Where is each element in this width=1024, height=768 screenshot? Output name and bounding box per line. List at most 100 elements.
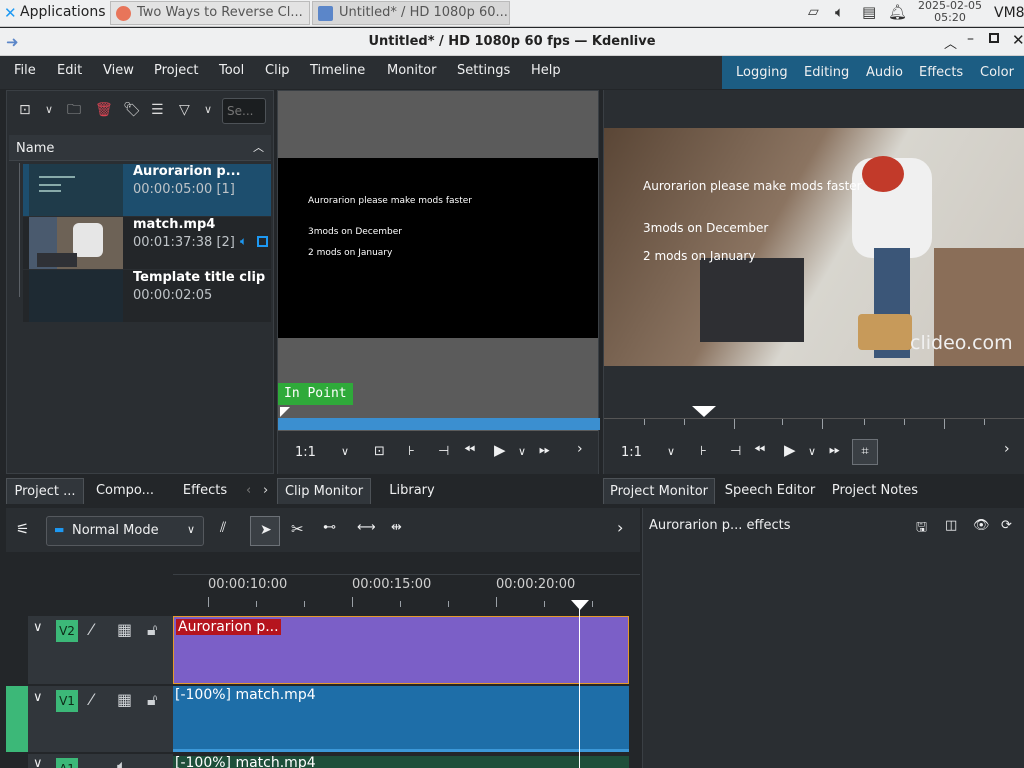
timeline-clip[interactable]: Aurorarion p... (173, 616, 629, 684)
play-options-dropdown-icon[interactable]: ∨ (808, 445, 816, 458)
collapse-effects-icon[interactable]: ⟳ (1001, 518, 1012, 533)
timeline-playhead[interactable] (579, 608, 580, 768)
menu-timeline[interactable]: Timeline (310, 63, 365, 78)
fit-zoom-icon[interactable]: ⊡ (374, 444, 385, 459)
tab-scroll-left-icon[interactable]: ‹ (246, 483, 251, 498)
layout-color[interactable]: Color (980, 65, 1014, 80)
add-clip-dropdown-icon[interactable]: ∨ (45, 99, 53, 121)
timeline-clip[interactable]: [-100%] match.mp4 (173, 756, 629, 768)
set-out-point-icon[interactable]: ⊣ (438, 444, 449, 459)
play-options-dropdown-icon[interactable]: ∨ (518, 445, 526, 458)
set-in-point-icon[interactable]: ⊦ (408, 444, 415, 459)
menu-settings[interactable]: Settings (457, 63, 510, 78)
speaker-icon[interactable]: 🔈︎ (117, 756, 127, 768)
play-icon[interactable]: ▶ (494, 441, 506, 459)
tab-compositions[interactable]: Compo... (88, 478, 162, 504)
play-icon[interactable]: ▶ (784, 441, 796, 459)
notifications-icon[interactable]: 🔔︎ (888, 3, 907, 21)
zoom-dropdown-icon[interactable]: ∨ (667, 445, 675, 458)
zoom-dropdown-icon[interactable]: ∨ (341, 445, 349, 458)
bin-search-input[interactable] (222, 98, 266, 124)
close-icon[interactable]: ✕ (1012, 31, 1024, 49)
delete-clip-icon[interactable]: 🗑︎ (95, 99, 113, 121)
track-settings-icon[interactable]: ⚟ (16, 520, 29, 538)
layout-audio[interactable]: Audio (866, 65, 903, 80)
menu-project[interactable]: Project (154, 63, 198, 78)
filter-icon[interactable]: ▽ (179, 99, 190, 121)
selection-tool-button[interactable]: ➤ (250, 516, 280, 546)
set-in-point-icon[interactable]: ⊦ (700, 444, 707, 459)
clipboard-icon[interactable]: ▤ (862, 3, 876, 21)
edit-mode-select[interactable]: ▬ Normal Mode ∨ (46, 516, 204, 546)
timeline-clip[interactable]: [-100%] match.mp4 (173, 686, 629, 752)
menu-edit[interactable]: Edit (57, 63, 82, 78)
tab-project-bin[interactable]: Project ... (6, 478, 84, 504)
ripple-tool-icon[interactable]: ⟷ (357, 520, 376, 535)
network-icon[interactable]: ▱ (808, 4, 819, 20)
tab-scroll-right-icon[interactable]: › (263, 483, 268, 498)
save-effect-icon[interactable]: 🖫︎ (916, 518, 927, 540)
spacer-tool-icon[interactable]: ⊷ (323, 520, 336, 535)
razor-tool-icon[interactable]: ✂ (291, 520, 304, 538)
tab-speech-editor[interactable]: Speech Editor (719, 478, 821, 504)
menu-help[interactable]: Help (531, 63, 561, 78)
roll-tool-icon[interactable]: ⇹ (391, 520, 402, 535)
layout-editing[interactable]: Editing (804, 65, 849, 80)
track-tag[interactable]: V1 (56, 690, 78, 712)
set-out-point-icon[interactable]: ⊣ (730, 444, 741, 459)
maximize-icon[interactable] (989, 33, 999, 43)
menu-view[interactable]: View (103, 63, 134, 78)
applications-menu-button[interactable]: ✕ Applications (2, 3, 110, 23)
track-collapse-icon[interactable]: ∨ (33, 620, 43, 635)
rewind-icon[interactable]: ⏪︎ (464, 442, 475, 458)
menu-tool[interactable]: Tool (219, 63, 244, 78)
tab-project-notes[interactable]: Project Notes (825, 478, 925, 504)
project-monitor-screen[interactable]: Aurorarion please make mods faster 3mods… (604, 128, 1024, 366)
forward-icon[interactable]: ⏩︎ (829, 442, 840, 458)
track-collapse-icon[interactable]: ∨ (33, 690, 43, 705)
taskbar-item-kdenlive[interactable]: Untitled* / HD 1080p 60... (312, 1, 510, 25)
minimize-icon[interactable]: – (967, 31, 974, 47)
film-icon[interactable]: ▦ (117, 620, 132, 639)
more-chevron-icon[interactable]: › (1004, 441, 1010, 457)
zoom-select[interactable]: 1:1 (295, 445, 316, 460)
layout-effects[interactable]: Effects (919, 65, 963, 80)
project-monitor-ruler[interactable] (604, 418, 1024, 430)
rewind-icon[interactable]: ⏪︎ (754, 442, 765, 458)
effects-icon[interactable]: ⁄ (90, 620, 93, 639)
clip-monitor-timebar[interactable] (278, 418, 600, 430)
tab-library[interactable]: Library (377, 478, 447, 504)
tab-project-monitor[interactable]: Project Monitor (603, 478, 715, 504)
clip-monitor-screen[interactable]: Aurorarion please make mods faster 3mods… (278, 158, 598, 338)
timeline-ruler[interactable]: 00:00:10:00 00:00:15:00 00:00:20:00 (173, 574, 640, 610)
forward-icon[interactable]: ⏩︎ (539, 442, 550, 458)
layout-logging[interactable]: Logging (736, 65, 788, 80)
effects-icon[interactable]: ⁄ (90, 690, 93, 709)
zoom-select[interactable]: 1:1 (621, 445, 642, 460)
eye-icon[interactable]: 👁︎ (973, 518, 990, 533)
hamburger-menu-icon[interactable]: ☰ (151, 99, 164, 121)
create-folder-icon[interactable]: 🗀︎ (67, 99, 81, 121)
add-clip-icon[interactable]: ⊡ (19, 99, 31, 121)
tab-effects[interactable]: Effects (176, 478, 234, 504)
compare-split-icon[interactable]: ◫ (945, 518, 957, 533)
lock-icon[interactable]: 🔓︎ (147, 620, 157, 640)
toolbar-more-chevron-icon[interactable]: › (617, 518, 623, 537)
playhead-marker[interactable] (571, 600, 589, 610)
playhead-marker[interactable] (692, 406, 716, 417)
track-tag[interactable]: V2 (56, 620, 78, 642)
slip-tool-icon[interactable]: ⫽ (220, 520, 226, 536)
crop-icon[interactable]: ⌗ (852, 439, 878, 465)
taskbar-item-browser[interactable]: Two Ways to Reverse Cl... (110, 1, 310, 25)
filter-dropdown-icon[interactable]: ∨ (204, 99, 212, 121)
track-collapse-icon[interactable]: ∨ (33, 756, 43, 768)
clock[interactable]: 2025-02-05 05:20 (914, 0, 986, 24)
menu-monitor[interactable]: Monitor (387, 63, 436, 78)
track-tag[interactable]: A1 (56, 758, 78, 768)
tab-clip-monitor[interactable]: Clip Monitor (277, 478, 371, 504)
menu-file[interactable]: File (14, 63, 36, 78)
more-chevron-icon[interactable]: › (577, 441, 583, 457)
menu-clip[interactable]: Clip (265, 63, 290, 78)
volume-icon[interactable]: 🔈︎ (835, 3, 844, 21)
lock-icon[interactable]: 🔓︎ (147, 690, 157, 710)
